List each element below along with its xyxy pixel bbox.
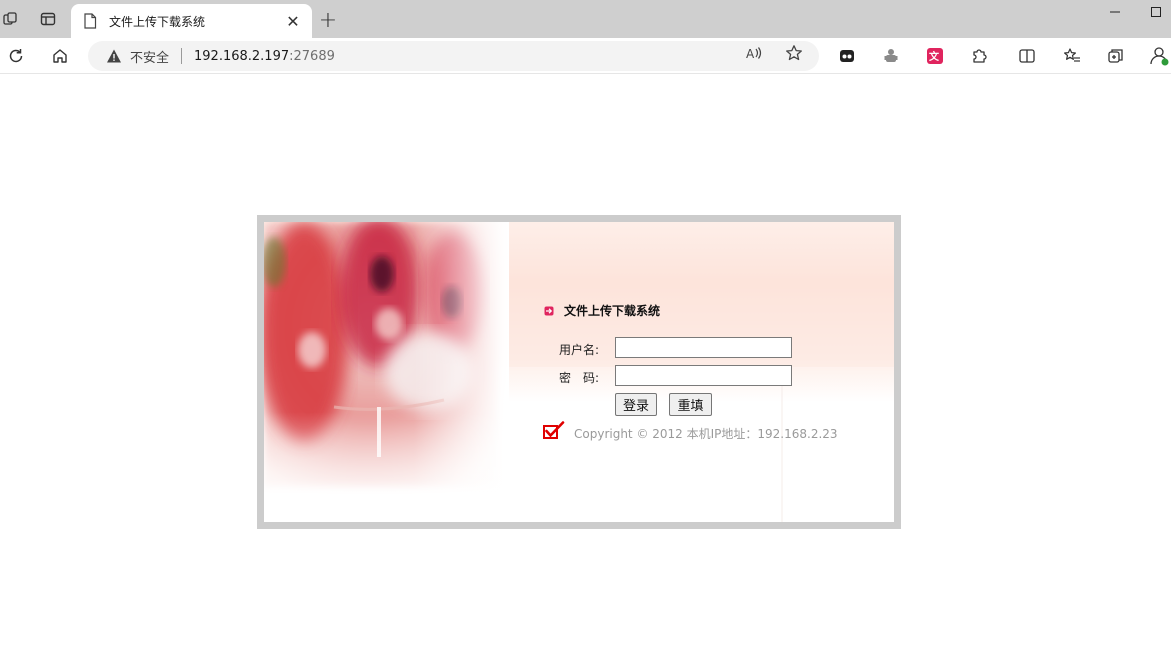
- translate-extension-icon[interactable]: 文: [923, 44, 947, 68]
- browser-tab[interactable]: 文件上传下载系统 ✕: [71, 4, 312, 38]
- extension-2-icon[interactable]: [879, 44, 903, 68]
- security-label[interactable]: 不安全: [130, 47, 169, 66]
- url-port: :27689: [289, 48, 335, 64]
- workspaces-icon[interactable]: [0, 8, 22, 30]
- username-input[interactable]: [615, 337, 792, 358]
- extension-1-icon[interactable]: [835, 44, 859, 68]
- tab-actions-icon[interactable]: [37, 8, 59, 30]
- reset-button[interactable]: 重填: [669, 393, 712, 416]
- address-separator: [181, 48, 183, 64]
- collections-icon[interactable]: [1104, 44, 1128, 68]
- form-title-row: 文件上传下载系统: [544, 302, 660, 319]
- url-host: 192.168.2.197: [194, 48, 290, 64]
- home-icon[interactable]: [48, 44, 72, 68]
- tab-title: 文件上传下载系统: [109, 14, 206, 29]
- minimize-button[interactable]: [1100, 2, 1130, 22]
- favorite-star-icon[interactable]: [782, 41, 806, 65]
- extensions-icon[interactable]: [967, 44, 991, 68]
- profile-icon[interactable]: [1147, 44, 1171, 68]
- tab-strip: 文件上传下载系统 ✕ +: [0, 0, 1171, 38]
- login-button[interactable]: 登录: [615, 393, 657, 416]
- page-icon: [84, 13, 97, 29]
- favorites-icon[interactable]: [1060, 44, 1084, 68]
- username-label: 用户名:: [559, 343, 600, 357]
- svg-text:文: 文: [929, 50, 940, 63]
- password-input[interactable]: [615, 365, 792, 386]
- svg-text:A: A: [746, 47, 755, 61]
- system-title: 文件上传下载系统: [564, 304, 661, 318]
- arrow-right-icon: [544, 306, 554, 315]
- refresh-icon[interactable]: [4, 44, 28, 68]
- login-panel: 文件上传下载系统 用户名: 密 码: 登录 重填 Copyright © 201…: [257, 215, 901, 529]
- copyright-text: Copyright © 2012 本机IP地址：192.168.2.23: [574, 427, 838, 441]
- new-tab-button[interactable]: +: [316, 8, 340, 33]
- password-label: 密 码:: [559, 371, 600, 385]
- read-aloud-icon[interactable]: A: [742, 41, 766, 65]
- browser-toolbar: 不安全 192.168.2.197 :27689 A 文: [0, 38, 1171, 74]
- checkmark-icon: [543, 421, 565, 439]
- tab-close-icon[interactable]: ✕: [284, 12, 302, 31]
- login-panel-inner: 文件上传下载系统 用户名: 密 码: 登录 重填 Copyright © 201…: [264, 222, 894, 522]
- maximize-button[interactable]: [1141, 2, 1171, 22]
- split-screen-icon[interactable]: [1015, 44, 1039, 68]
- warning-icon: [107, 49, 121, 63]
- address-bar[interactable]: 不安全 192.168.2.197 :27689: [88, 41, 819, 71]
